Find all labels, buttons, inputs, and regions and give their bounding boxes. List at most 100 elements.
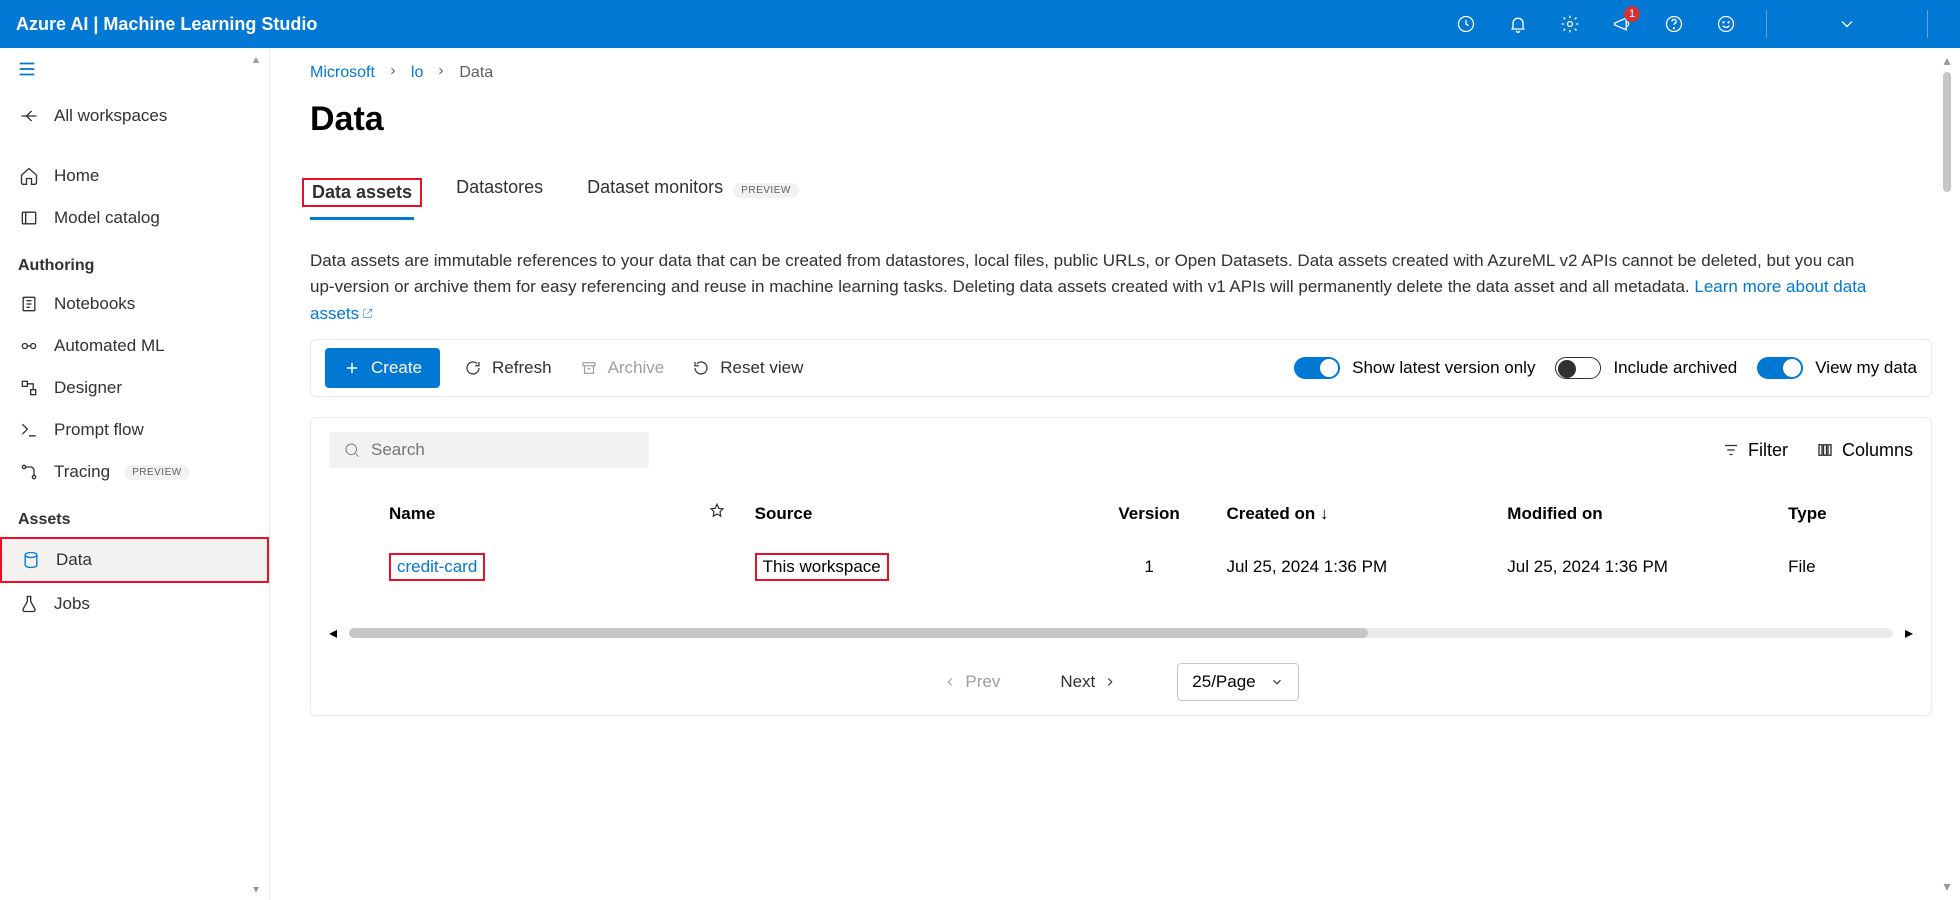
col-name[interactable]: Name <box>329 488 688 539</box>
asset-name-link[interactable]: credit-card <box>397 557 477 576</box>
col-source[interactable]: Source <box>745 488 1082 539</box>
arrow-left-icon <box>18 105 40 127</box>
toggle-mydata-label: View my data <box>1815 358 1917 378</box>
filter-label: Filter <box>1748 440 1788 461</box>
tab-data-assets[interactable]: Data assets <box>310 180 414 218</box>
star-icon <box>708 502 726 520</box>
all-workspaces-link[interactable]: All workspaces <box>0 95 269 137</box>
reset-view-button[interactable]: Reset view <box>688 352 807 384</box>
page-size-select[interactable]: 25/Page <box>1177 663 1298 701</box>
topbar-actions: 1 <box>1446 4 1944 44</box>
horizontal-scrollbar[interactable]: ◂ ▸ <box>329 623 1913 643</box>
col-created[interactable]: Created on ↓ <box>1216 488 1497 539</box>
breadcrumb-root[interactable]: Microsoft <box>310 64 375 82</box>
filter-button[interactable]: Filter <box>1722 440 1788 461</box>
scroll-right-icon[interactable]: ▸ <box>1905 623 1913 643</box>
sidebar-item-prompt-flow[interactable]: Prompt flow <box>0 409 269 451</box>
megaphone-icon[interactable]: 1 <box>1602 4 1642 44</box>
highlight-asset-source: This workspace <box>755 553 889 581</box>
bell-icon[interactable] <box>1498 4 1538 44</box>
scroll-left-icon[interactable]: ◂ <box>329 623 337 643</box>
cell-favorite[interactable] <box>688 539 744 595</box>
sidebar: ▴ All workspaces Home Model catalog Auth… <box>0 48 270 900</box>
topbar: Azure AI | Machine Learning Studio 1 <box>0 0 1960 48</box>
asset-type: File <box>1778 539 1913 595</box>
search-box[interactable] <box>329 432 649 468</box>
all-workspaces-label: All workspaces <box>54 106 167 126</box>
hamburger-button[interactable] <box>0 48 269 95</box>
col-type[interactable]: Type <box>1778 488 1913 539</box>
pager-prev[interactable]: Prev <box>943 672 1000 692</box>
toolbar: Create Refresh Archive Reset view Show l… <box>310 339 1932 397</box>
col-favorite[interactable] <box>688 488 744 539</box>
col-version[interactable]: Version <box>1082 488 1217 539</box>
create-button[interactable]: Create <box>325 348 440 388</box>
sidebar-item-notebooks[interactable]: Notebooks <box>0 283 269 325</box>
sidebar-label-prompt-flow: Prompt flow <box>54 420 144 440</box>
sidebar-item-model-catalog[interactable]: Model catalog <box>0 197 269 239</box>
recent-icon[interactable] <box>1446 4 1486 44</box>
pager-next[interactable]: Next <box>1060 672 1117 692</box>
toggle-switch[interactable] <box>1555 357 1601 379</box>
scroll-thumb[interactable] <box>1943 72 1951 192</box>
archive-label: Archive <box>608 358 665 378</box>
toggle-switch[interactable] <box>1294 357 1340 379</box>
toggle-view-my-data[interactable]: View my data <box>1757 357 1917 379</box>
archive-button: Archive <box>576 352 669 384</box>
tabs: Data assets Datastores Dataset monitors … <box>310 175 1932 214</box>
toggle-include-archived[interactable]: Include archived <box>1555 357 1737 379</box>
scroll-up-icon[interactable]: ▴ <box>253 52 267 66</box>
data-grid: Filter Columns Name Source Version Creat… <box>310 417 1932 716</box>
help-icon[interactable] <box>1654 4 1694 44</box>
toggle-archived-label: Include archived <box>1613 358 1737 378</box>
breadcrumb: Microsoft lo Data <box>310 64 1932 82</box>
sidebar-item-jobs[interactable]: Jobs <box>0 583 269 625</box>
page-title: Data <box>310 100 1932 139</box>
page-size-label: 25/Page <box>1192 672 1255 692</box>
tab-dataset-monitors-label: Dataset monitors <box>587 177 723 197</box>
scroll-up-icon[interactable]: ▴ <box>1938 52 1956 70</box>
col-modified[interactable]: Modified on <box>1497 488 1778 539</box>
tab-dataset-monitors[interactable]: Dataset monitors PREVIEW <box>585 175 801 214</box>
sidebar-item-data[interactable]: Data <box>0 537 269 583</box>
home-icon <box>18 165 40 187</box>
columns-label: Columns <box>1842 440 1913 461</box>
toggle-latest-version[interactable]: Show latest version only <box>1294 357 1535 379</box>
preview-badge: PREVIEW <box>733 183 799 198</box>
highlight-data-assets-tab: Data assets <box>302 178 422 207</box>
search-icon <box>343 441 361 459</box>
data-table: Name Source Version Created on ↓ Modifie… <box>329 488 1913 595</box>
preview-badge: PREVIEW <box>124 465 190 480</box>
scroll-down-icon[interactable]: ▾ <box>253 882 267 896</box>
flask-icon <box>18 593 40 615</box>
create-label: Create <box>371 358 422 378</box>
breadcrumb-workspace[interactable]: lo <box>411 64 423 82</box>
sidebar-label-model-catalog: Model catalog <box>54 208 160 228</box>
chevron-right-icon <box>387 64 399 82</box>
asset-modified: Jul 25, 2024 1:36 PM <box>1497 539 1778 595</box>
smile-icon[interactable] <box>1706 4 1746 44</box>
sidebar-item-designer[interactable]: Designer <box>0 367 269 409</box>
tab-datastores[interactable]: Datastores <box>454 175 545 214</box>
toggle-switch[interactable] <box>1757 357 1803 379</box>
sidebar-item-home[interactable]: Home <box>0 155 269 197</box>
chevron-down-icon <box>1270 675 1284 689</box>
gear-icon[interactable] <box>1550 4 1590 44</box>
vertical-scrollbar[interactable]: ▴ ▾ <box>1938 52 1956 896</box>
sidebar-label-designer: Designer <box>54 378 122 398</box>
sidebar-item-tracing[interactable]: TracingPREVIEW <box>0 451 269 493</box>
scroll-track[interactable] <box>349 628 1893 638</box>
topbar-separator <box>1766 10 1767 38</box>
sidebar-item-automl[interactable]: Automated ML <box>0 325 269 367</box>
main-content: Microsoft lo Data Data Data assets Datas… <box>270 48 1960 900</box>
description-text: Data assets are immutable references to … <box>310 251 1854 296</box>
account-switcher[interactable] <box>1787 4 1907 44</box>
table-row[interactable]: credit-card This workspace 1 Jul 25, 202… <box>329 539 1913 595</box>
sidebar-label-notebooks: Notebooks <box>54 294 135 314</box>
columns-button[interactable]: Columns <box>1816 440 1913 461</box>
refresh-button[interactable]: Refresh <box>460 352 556 384</box>
scroll-thumb[interactable] <box>349 628 1368 638</box>
search-input[interactable] <box>371 440 635 460</box>
data-icon <box>20 549 42 571</box>
scroll-down-icon[interactable]: ▾ <box>1938 878 1956 896</box>
